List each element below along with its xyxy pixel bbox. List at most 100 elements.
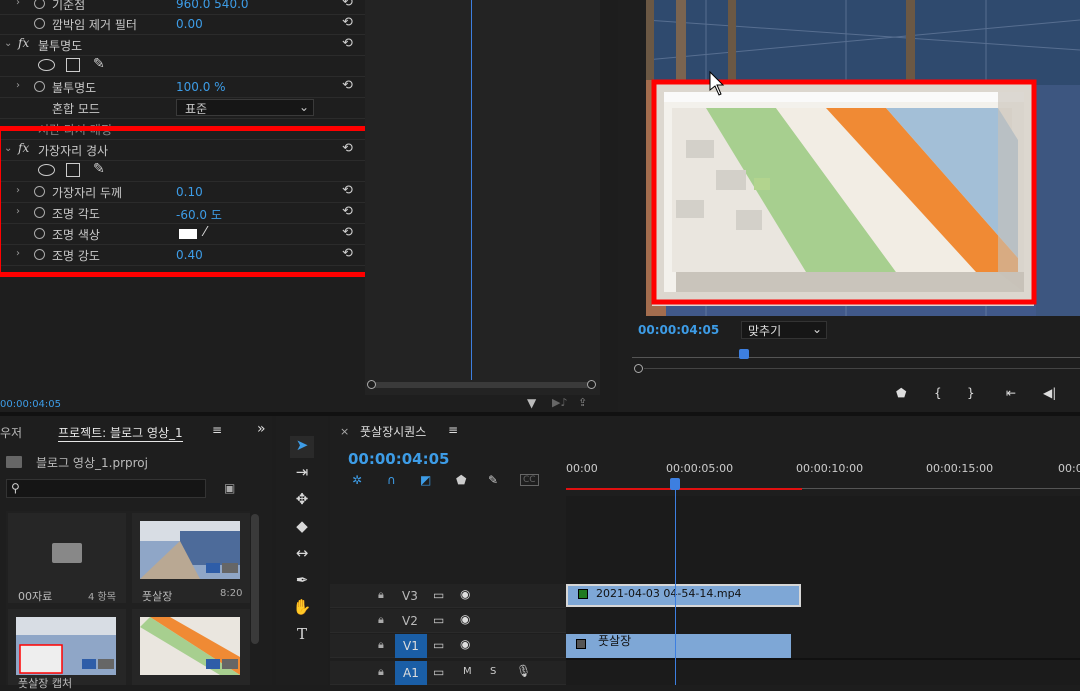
snap-icon[interactable]: ∩ xyxy=(387,473,396,487)
nest-icon[interactable]: ✲ xyxy=(352,473,362,487)
mark-in-icon[interactable]: { xyxy=(934,386,942,400)
effect-timecode[interactable]: 00:00:04:05 xyxy=(0,399,61,410)
blend-mode-select[interactable]: 표준 ⌄ xyxy=(176,99,314,116)
stopwatch-icon[interactable] xyxy=(34,18,45,29)
opacity-value[interactable]: 100.0 % xyxy=(176,80,226,94)
highlight-box xyxy=(0,126,372,277)
ruler-label: 00:00 xyxy=(566,462,598,475)
sequence-timecode[interactable]: 00:00:04:05 xyxy=(348,450,450,468)
clip-item[interactable] xyxy=(132,609,250,685)
scroll-handle-left[interactable] xyxy=(367,380,376,389)
track-v2[interactable]: 🔒︎ V2 ▭ ◉ xyxy=(330,609,566,633)
type-tool-icon[interactable]: T xyxy=(290,625,314,647)
collapse-icon[interactable]: ⌄ xyxy=(4,38,12,49)
project-scrollbar[interactable] xyxy=(251,514,259,644)
expand-icon[interactable]: › xyxy=(16,0,20,8)
scroll-handle-right[interactable] xyxy=(587,380,596,389)
go-to-in-icon[interactable]: ⇤ xyxy=(1006,386,1016,400)
clip-thumbnail xyxy=(140,521,240,579)
clip-v3[interactable]: 2021-04-03 04-54-14.mp4 xyxy=(566,584,801,607)
new-bin-icon[interactable]: ▣ xyxy=(224,481,235,495)
panel-menu-icon[interactable]: ≡ xyxy=(212,423,222,437)
filter-icon[interactable]: ▼ xyxy=(527,396,536,410)
add-marker-icon[interactable]: ⬟ xyxy=(456,473,466,487)
tab-project[interactable]: 프로젝트: 블로그 영상_1 xyxy=(58,424,183,442)
lock-icon[interactable]: 🔒︎ xyxy=(378,588,384,602)
reset-icon[interactable]: ⟲ xyxy=(342,0,353,10)
monitor-playhead[interactable] xyxy=(739,349,749,359)
reset-icon[interactable]: ⟲ xyxy=(342,36,353,51)
lock-icon[interactable]: 🔒︎ xyxy=(378,665,384,679)
captions-icon[interactable]: CC xyxy=(520,474,539,486)
item-meta: 8:20 xyxy=(220,588,243,599)
track-name[interactable]: A1 xyxy=(395,661,427,685)
clip-thumbnail xyxy=(16,617,116,675)
sync-lock-icon[interactable]: ▭ xyxy=(433,638,444,652)
monitor-timecode[interactable]: 00:00:04:05 xyxy=(638,323,719,337)
work-area-bar[interactable] xyxy=(566,488,802,490)
sync-lock-icon[interactable]: ▭ xyxy=(433,613,444,627)
monitor-scroll-handle[interactable] xyxy=(634,364,643,373)
tab-sequence[interactable]: 풋살장시퀀스 xyxy=(360,423,426,440)
eye-icon[interactable]: ◉ xyxy=(460,587,470,601)
stopwatch-icon[interactable] xyxy=(34,81,45,92)
anchor-value[interactable]: 960.0 540.0 xyxy=(176,0,249,11)
settings-wrench-icon[interactable]: ✎ xyxy=(488,473,498,487)
zoom-select[interactable]: 맞추기 ⌄ xyxy=(741,321,827,339)
export-icon[interactable]: ⇪ xyxy=(578,396,587,409)
slip-tool-icon[interactable]: ↔ xyxy=(290,544,314,566)
track-v3[interactable]: 🔒︎ V3 ▭ ◉ xyxy=(330,584,566,608)
flicker-row: 깜박임 제거 필터 0.00 ⟲ xyxy=(0,14,365,35)
razor-tool-icon[interactable]: ◆ xyxy=(290,517,314,539)
lock-icon[interactable]: 🔒︎ xyxy=(378,638,384,652)
fx-icon[interactable]: fx xyxy=(18,36,29,50)
ellipse-mask-icon[interactable] xyxy=(38,59,55,71)
reset-icon[interactable]: ⟲ xyxy=(342,78,353,93)
selection-tool-icon[interactable]: ➤ xyxy=(290,436,314,458)
expand-icon[interactable]: › xyxy=(16,80,20,91)
bin-item[interactable]: 00자료 4 항목 xyxy=(8,513,126,603)
track-select-tool-icon[interactable]: ⇥ xyxy=(290,463,314,485)
track-name[interactable]: V1 xyxy=(395,634,427,658)
reset-icon[interactable]: ⟲ xyxy=(342,15,353,30)
sync-lock-icon[interactable]: ▭ xyxy=(433,588,444,602)
step-back-icon[interactable]: ◀| xyxy=(1043,386,1056,400)
opacity-row: › 불투명도 100.0 % ⟲ xyxy=(0,77,365,98)
item-name: 풋살장 xyxy=(142,590,173,603)
search-input[interactable]: ⚲ xyxy=(6,479,206,498)
time-ruler[interactable]: 00:00 00:00:05:00 00:00:10:00 00:00:15:0… xyxy=(566,446,1080,496)
mute-button[interactable]: M xyxy=(463,666,472,677)
track-v1[interactable]: 🔒︎ V1 ▭ ◉ xyxy=(330,634,566,658)
audio-video-divider[interactable] xyxy=(566,658,1080,660)
monitor-scrollbar[interactable] xyxy=(644,368,1080,369)
flicker-value[interactable]: 0.00 xyxy=(176,17,203,31)
clip-v1[interactable]: 풋살장 xyxy=(566,634,791,658)
marker-icon[interactable]: ⬟ xyxy=(896,386,906,400)
linked-selection-icon[interactable]: ◩ xyxy=(420,473,431,487)
mark-out-icon[interactable]: } xyxy=(967,386,975,400)
microphone-icon[interactable]: 🎙︎ xyxy=(516,664,531,678)
pen-tool-icon[interactable]: ✒ xyxy=(290,571,314,593)
playhead-line xyxy=(471,0,472,380)
rect-mask-icon[interactable] xyxy=(66,58,80,72)
scrollbar[interactable] xyxy=(369,382,595,388)
panel-menu-icon[interactable]: ≡ xyxy=(448,423,458,437)
ripple-edit-tool-icon[interactable]: ✥ xyxy=(290,490,314,512)
pen-mask-icon[interactable]: ✎ xyxy=(93,56,105,72)
item-meta: 4 항목 xyxy=(88,592,116,603)
clip-item[interactable]: 풋살장 캡처 xyxy=(8,609,126,690)
eye-icon[interactable]: ◉ xyxy=(460,612,470,626)
eye-icon[interactable]: ◉ xyxy=(460,637,470,651)
more-panels-icon[interactable]: » xyxy=(257,421,266,437)
sync-lock-icon[interactable]: ▭ xyxy=(433,665,444,679)
lock-icon[interactable]: 🔒︎ xyxy=(378,613,384,627)
stopwatch-icon[interactable] xyxy=(34,0,45,9)
play-audio-icon[interactable]: ▶♪ xyxy=(552,396,567,409)
close-icon[interactable]: × xyxy=(340,425,349,438)
track-a1[interactable]: 🔒︎ A1 ▭ M S 🎙︎ xyxy=(330,661,566,685)
clip-item[interactable]: 풋살장 8:20 xyxy=(132,513,250,603)
hand-tool-icon[interactable]: ✋ xyxy=(290,598,314,620)
solo-button[interactable]: S xyxy=(490,666,496,677)
monitor-ruler[interactable] xyxy=(632,357,1080,358)
tab-media-browser[interactable]: 우저 xyxy=(0,424,22,441)
